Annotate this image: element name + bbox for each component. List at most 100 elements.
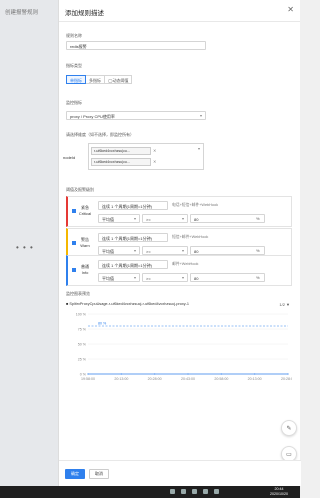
rule-name-label: 规则名称: [66, 33, 82, 38]
period-select[interactable]: 连续 1 个周期(1周期=1分钟): [98, 201, 168, 210]
operator-value: >=: [146, 217, 151, 222]
y-tick-label: 75 %: [78, 327, 87, 331]
threshold-value-input[interactable]: 80: [190, 246, 265, 255]
aggregation-select[interactable]: 平均值 ▾: [98, 246, 140, 255]
data-point: [254, 373, 256, 375]
period-value: 连续 1 个周期(1周期=1分钟): [102, 204, 152, 209]
threshold-unit: %: [256, 275, 260, 280]
taskbar: 20:44 2020/10/20: [0, 486, 300, 498]
chevron-down-icon: ▾: [181, 216, 184, 221]
info-checkbox[interactable]: [72, 268, 76, 272]
threshold-label: 80 %: [98, 322, 107, 326]
notify-channels: 电话+短信+邮件+WebHook: [172, 203, 219, 207]
add-rule-drawer: 添加规则描述 ✕ 规则名称 redis报警 指标类型 单指标 多指标 ◯动态阈值…: [58, 0, 301, 498]
rule-name-input[interactable]: redis报警: [66, 41, 206, 50]
thresholds-label: 阈值及报警级别: [66, 187, 94, 192]
level-name-en: Critical: [78, 211, 92, 216]
x-tick-label: 20:13:00: [114, 377, 128, 381]
background-page: 创建报警规则 • • •: [0, 0, 58, 498]
notify-channels: 邮件+WebHook: [172, 262, 199, 266]
tray-icon[interactable]: [181, 489, 186, 494]
dimension-key-label: nodeId: [63, 155, 76, 160]
dimension-multiselect[interactable]: r-uf6ked4vcxhzsu|cu... ✕ r-uf6ked4vcxhzs…: [88, 143, 204, 170]
chevron-down-icon: ▾: [181, 275, 184, 280]
tray-icon[interactable]: [203, 489, 208, 494]
level-name: 普通 Info: [78, 264, 92, 276]
metric-type-multi[interactable]: 多指标: [85, 75, 105, 84]
dimension-label: 请选择维度（如不选择，即监控所有）: [66, 132, 134, 137]
background-page-title: 创建报警规则: [5, 10, 39, 16]
threshold-row-critical: 紧急 Critical 连续 1 个周期(1周期=1分钟) 电话+短信+邮件+We…: [66, 196, 292, 227]
y-tick-label: 100 %: [76, 312, 87, 316]
metric-type-single[interactable]: 单指标: [66, 75, 86, 84]
confirm-button[interactable]: 确定: [65, 469, 85, 479]
x-tick-label: 20:58:00: [214, 377, 228, 381]
data-point: [187, 373, 189, 375]
x-tick-label: 20:28:00: [148, 377, 162, 381]
tray-icon[interactable]: [214, 489, 219, 494]
cancel-button[interactable]: 取消: [89, 469, 109, 479]
tray-icons: [170, 489, 219, 494]
close-icon[interactable]: ✕: [287, 5, 294, 14]
dimension-tag: r-uf6ked4vcxhzsu|cu... ✕: [91, 157, 201, 166]
aggregation-value: 平均值: [102, 276, 114, 281]
level-name-en: Warn: [80, 243, 90, 248]
chevron-down-icon: ▾: [133, 216, 136, 221]
critical-checkbox[interactable]: [72, 209, 76, 213]
x-tick-label: 20:28:00: [281, 377, 292, 381]
tray-icon[interactable]: [170, 489, 175, 494]
dimension-tag: r-uf6ked4vcxhzsu|cu... ✕: [91, 146, 201, 155]
notify-channels: 短信+邮件+WebHook: [172, 235, 209, 239]
chevron-down-icon: ▾: [181, 248, 184, 253]
chevron-down-icon: ▾: [197, 146, 200, 151]
data-point: [120, 373, 122, 375]
level-name: 紧急 Critical: [78, 205, 92, 217]
period-value: 连续 1 个周期(1周期=1分钟): [102, 236, 152, 241]
metric-type-dynamic[interactable]: ◯动态阈值: [104, 75, 133, 84]
aggregation-select[interactable]: 平均值 ▾: [98, 214, 140, 223]
edit-float-button[interactable]: ✎: [281, 420, 297, 436]
more-options-icon[interactable]: • • •: [16, 243, 34, 252]
operator-select[interactable]: >= ▾: [142, 214, 188, 223]
drawer-title: 添加规则描述: [65, 10, 104, 17]
warn-checkbox[interactable]: [72, 241, 76, 245]
remove-tag-icon[interactable]: ✕: [153, 159, 156, 164]
threshold-value-input[interactable]: 80: [190, 214, 265, 223]
chevron-down-icon: ▾: [199, 113, 202, 118]
taskbar-clock[interactable]: 20:44 2020/10/20: [270, 487, 288, 496]
metric-type-segmented: 单指标 多指标 ◯动态阈值: [66, 75, 133, 84]
operator-value: >=: [146, 249, 151, 254]
data-point: [87, 373, 89, 375]
clock-date: 2020/10/20: [270, 491, 288, 496]
x-tick-label: 20:13:00: [248, 377, 262, 381]
chevron-down-icon: ▾: [133, 248, 136, 253]
aggregation-value: 平均值: [102, 249, 114, 254]
period-value: 连续 1 个周期(1周期=1分钟): [102, 263, 152, 268]
threshold-row-info: 普通 Info 连续 1 个周期(1周期=1分钟) 邮件+WebHook 平均值 ▾…: [66, 255, 292, 286]
metric-type-dynamic-label: 动态阈值: [112, 78, 129, 83]
aggregation-select[interactable]: 平均值 ▾: [98, 273, 140, 282]
period-select[interactable]: 连续 1 个周期(1周期=1分钟): [98, 260, 168, 269]
x-tick-label: 19:58:00: [81, 377, 95, 381]
edit-icon: ✎: [286, 425, 292, 432]
period-select[interactable]: 连续 1 个周期(1周期=1分钟): [98, 233, 168, 242]
data-point: [287, 373, 289, 375]
dimension-tag-text: r-uf6ked4vcxhzsu|cu...: [91, 157, 151, 166]
y-tick-label: 25 %: [78, 357, 87, 361]
operator-select[interactable]: >= ▾: [142, 246, 188, 255]
chart-svg: 100 % 75 % 50 % 25 % 0 %19:58:00 20:13:00 20:2…: [76, 312, 292, 381]
threshold-unit: %: [256, 248, 260, 253]
tray-icon[interactable]: [192, 489, 197, 494]
chat-icon: ▭: [286, 451, 292, 458]
remove-tag-icon[interactable]: ✕: [153, 148, 156, 153]
operator-select[interactable]: >= ▾: [142, 273, 188, 282]
level-name-en: Info: [81, 270, 89, 275]
monitor-metric-select[interactable]: proxy / Proxy CPU使用率 ▾: [66, 111, 206, 120]
data-point: [220, 373, 222, 375]
aggregation-value: 平均值: [102, 217, 114, 222]
monitor-metric-label: 监控指标: [66, 100, 82, 105]
threshold-value-input[interactable]: 80: [190, 273, 265, 282]
data-point: [154, 373, 156, 375]
drawer-header: 添加规则描述 ✕: [59, 0, 300, 22]
operator-value: >=: [146, 276, 151, 281]
